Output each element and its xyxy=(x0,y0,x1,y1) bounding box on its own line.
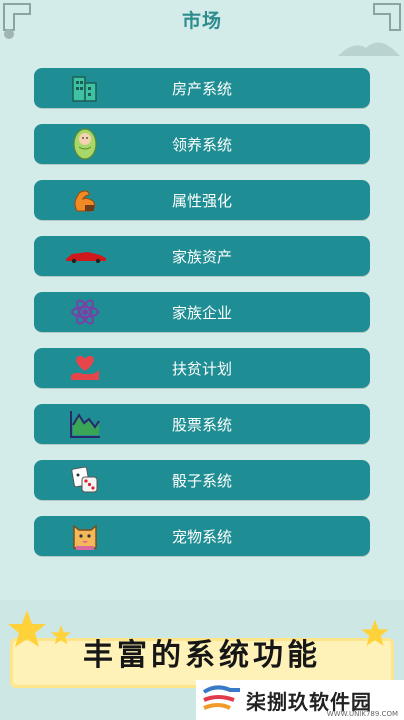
watermark-url: WWW.UNIK789.COM xyxy=(326,710,398,718)
menu-item-stocks[interactable]: 股票系统 xyxy=(34,404,370,444)
baby-icon xyxy=(68,128,102,160)
menu-item-poverty-relief[interactable]: 扶贫计划 xyxy=(34,348,370,388)
banner-caption: 丰富的系统功能 xyxy=(83,638,321,673)
pet-icon xyxy=(68,520,102,552)
menu-item-attribute-boost[interactable]: 属性强化 xyxy=(34,180,370,220)
menu-item-pets[interactable]: 宠物系统 xyxy=(34,516,370,556)
menu-item-dice[interactable]: 骰子系统 xyxy=(34,460,370,500)
page-title: 市场 xyxy=(181,10,222,32)
dice-icon xyxy=(68,464,102,496)
atom-icon xyxy=(68,296,102,328)
menu-item-real-estate[interactable]: 房产系统 xyxy=(34,68,370,108)
site-watermark: 柒捌玖软件园 WWW.UNIK789.COM xyxy=(196,680,404,720)
heart-hand-icon xyxy=(68,352,102,384)
system-menu: 房产系统 领养系统 属性强化 家族资产 家族企业 扶贫计划 股票系统 骰子系统 … xyxy=(34,68,370,572)
stock-chart-icon xyxy=(68,408,102,440)
game-screen: 市场 房产系统 领养系统 属性强化 家族资产 家族企业 扶贫计划 股票系统 骰子… xyxy=(0,0,404,600)
watermark-logo-icon xyxy=(202,685,240,710)
menu-item-family-assets[interactable]: 家族资产 xyxy=(34,236,370,276)
muscle-arm-icon xyxy=(68,184,102,216)
menu-item-adoption[interactable]: 领养系统 xyxy=(34,124,370,164)
sports-car-icon xyxy=(64,240,108,272)
menu-item-family-business[interactable]: 家族企业 xyxy=(34,292,370,332)
building-icon xyxy=(68,72,102,104)
